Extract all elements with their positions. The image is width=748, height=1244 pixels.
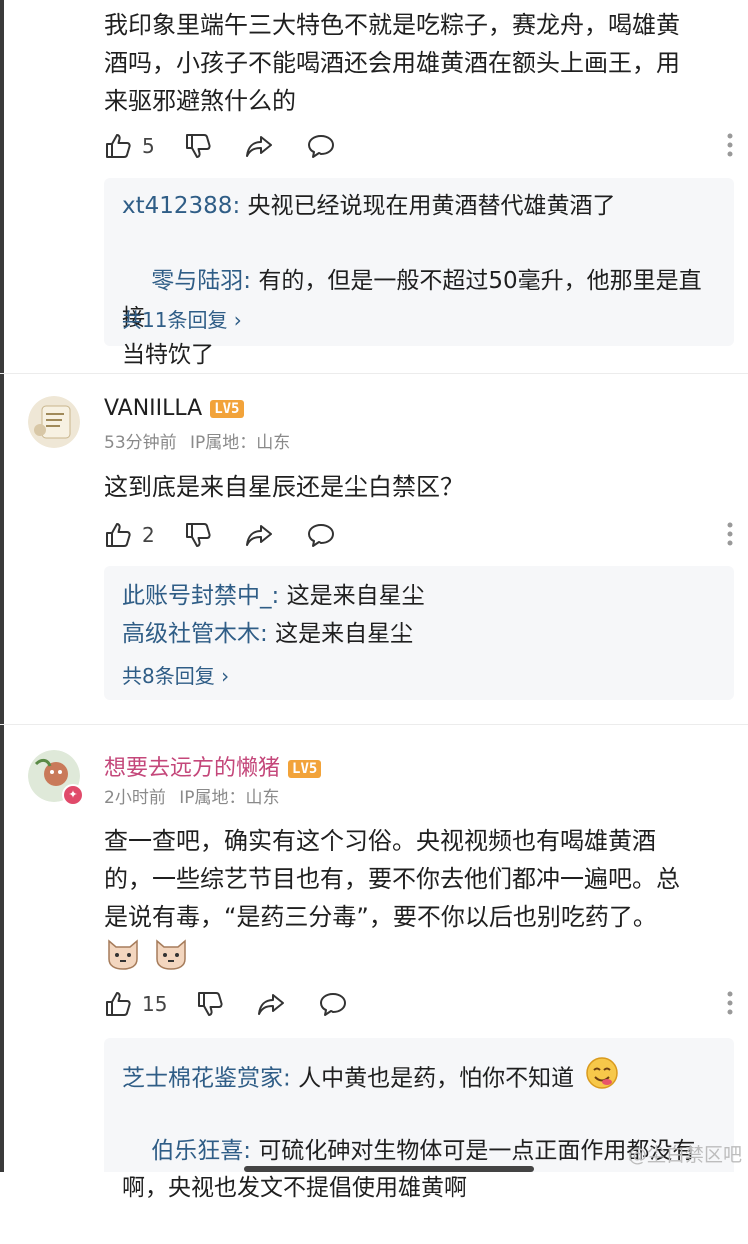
reply-author[interactable]: 高级社管木木 [122,621,260,647]
reply-author[interactable]: xt412388 [122,193,232,219]
reply-button[interactable] [318,988,348,1020]
thumbs-up-icon [104,990,132,1018]
comment-meta: 53分钟前 IP属地：山东 [104,428,290,453]
like-count: 2 [142,523,155,547]
thumbs-down-icon [184,132,212,160]
reply-separator: : [243,1138,259,1164]
reply-author[interactable]: 此账号封禁中_ [122,583,272,609]
comment-bubble-icon [306,132,336,160]
thumbs-up-icon [104,132,132,160]
username[interactable]: VANIILLA LV5 [104,396,244,421]
comment-time: 2小时前 [104,788,166,808]
reply-preview-box: xt412388: 央视已经说现在用黄酒替代雄黄酒了 零与陆羽: 有的，但是一般… [104,178,734,368]
view-all-replies-link[interactable]: 共11条回复 › [122,304,242,333]
reply-separator: : [260,621,276,647]
share-button[interactable] [256,988,286,1020]
share-button[interactable] [244,130,274,162]
more-options-button[interactable] [726,990,734,1020]
comment-text: 这到底是来自星辰还是尘白禁区？ [104,473,464,501]
comment-time: 53分钟前 [104,433,177,453]
reply-line[interactable]: xt412388: 央视已经说现在用黄酒替代雄黄酒了 [122,188,722,225]
dislike-button[interactable] [196,988,224,1020]
reply-text: 央视已经说现在用黄酒替代雄黄酒了 [247,193,616,219]
reply-button[interactable] [306,519,336,551]
more-options-button[interactable] [726,521,734,551]
like-count: 5 [142,134,155,158]
dislike-button[interactable] [184,130,212,162]
dog-face-emoji-icon [104,935,142,975]
reply-separator: : [271,583,287,609]
username-text[interactable]: 想要去远方的懒猪 [104,756,280,781]
reply-text: 这是来自星尘 [275,621,414,647]
reply-separator: : [283,1065,299,1092]
level-badge: LV5 [288,760,322,778]
dog-face-emoji-icon [152,935,190,975]
comment-actions: 15 [104,988,734,1020]
thumbs-down-icon [196,990,224,1018]
watermark: @尘白禁区吧 [627,1144,742,1166]
share-button[interactable] [244,519,274,551]
thumbs-down-icon [184,521,212,549]
share-icon [244,521,274,549]
share-icon [256,990,286,1018]
ip-location: IP属地：山东 [179,788,280,808]
reply-separator: : [232,193,248,219]
comment-meta: 2小时前 IP属地：山东 [104,783,280,808]
thumbs-up-icon [104,521,132,549]
verified-badge-icon: ✦ [62,784,84,806]
vertical-dots-icon [726,991,734,1020]
comment-actions: 5 [104,130,734,162]
vertical-dots-icon [726,522,734,551]
reply-line[interactable]: 此账号封禁中_: 这是来自星尘 [122,578,722,615]
reply-button[interactable] [306,130,336,162]
username-text[interactable]: VANIILLA [104,396,202,421]
view-all-replies-link[interactable]: 共8条回复 › [122,660,229,689]
level-badge: LV5 [210,400,244,418]
reply-text: 人中黄也是药，怕你不知道 [298,1065,575,1092]
reply-author[interactable]: 芝士棉花鉴赏家 [122,1066,283,1092]
reply-author[interactable]: 伯乐狂喜 [151,1138,243,1164]
reply-text: 这是来自星尘 [286,583,425,609]
like-button[interactable]: 15 [104,988,167,1020]
reply-line[interactable]: 高级社管木木: 这是来自星尘 [122,616,722,653]
reply-preview-box: 此账号封禁中_: 这是来自星尘 高级社管木木: 这是来自星尘 共8条回复 › [104,566,734,700]
like-button[interactable]: 2 [104,519,155,551]
share-icon [244,132,274,160]
vertical-dots-icon [726,133,734,162]
screen-edge-bar [0,0,4,1172]
ip-location: IP属地：山东 [190,433,291,453]
comment-bubble-icon [318,990,348,1018]
comment-divider [0,724,748,725]
reply-separator: : [243,268,259,294]
like-button[interactable]: 5 [104,130,155,162]
home-indicator [244,1166,534,1172]
like-count: 15 [142,992,168,1016]
emoji-row [104,935,190,975]
comment-divider [0,373,748,374]
dislike-button[interactable] [184,519,212,551]
more-options-button[interactable] [726,132,734,162]
reply-author[interactable]: 零与陆羽 [151,268,243,294]
comment-text: 查一查吧，确实有这个习俗。央视视频也有喝雄黄酒 的，一些综艺节目也有，要不你去他… [104,827,680,931]
comment-bubble-icon [306,521,336,549]
avatar[interactable] [28,396,80,448]
comment-text: 我印象里端午三大特色不就是吃粽子，赛龙舟，喝雄黄 酒吗，小孩子不能喝酒还会用雄黄… [104,11,680,115]
username[interactable]: 想要去远方的懒猪 LV5 [104,750,322,782]
comment-actions: 2 [104,519,734,551]
